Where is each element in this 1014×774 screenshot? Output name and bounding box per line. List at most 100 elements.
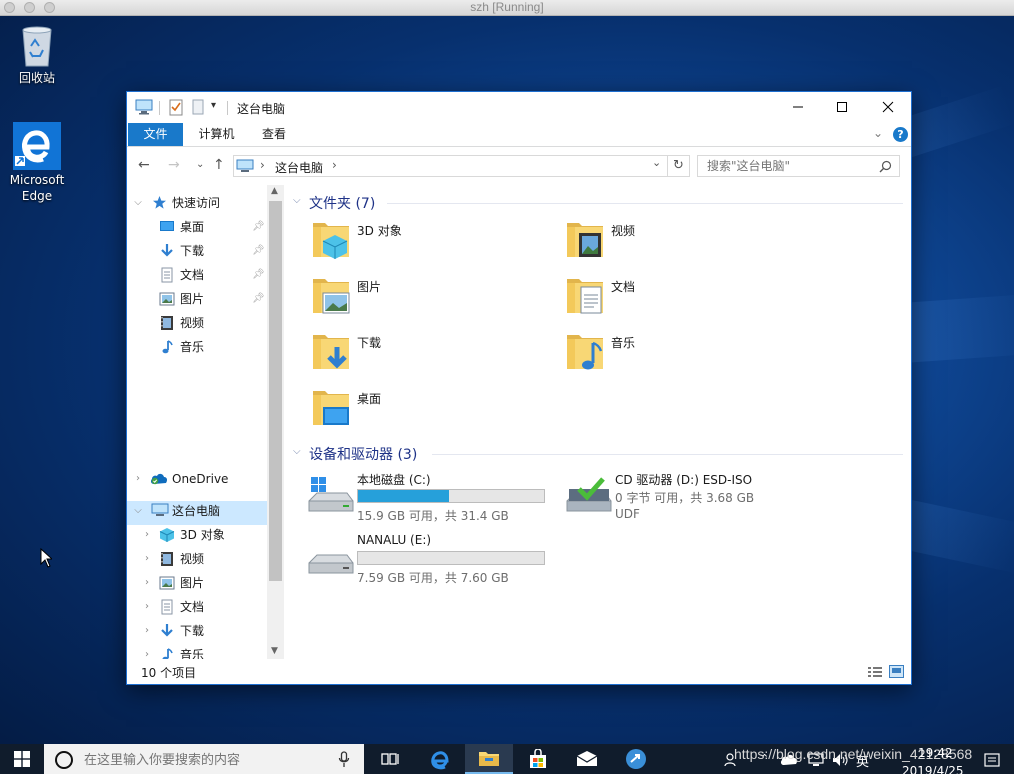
folder-item[interactable]: 下载 [311, 327, 561, 379]
close-button[interactable] [865, 92, 911, 122]
nav-item-quick-access-entry[interactable]: 图片 📌︎ [127, 287, 267, 311]
expanded-chevron-icon[interactable]: ⌵ [132, 191, 144, 215]
collapsed-chevron-icon[interactable]: › [141, 571, 153, 595]
expand-ribbon-chevron-icon[interactable]: ⌄ [873, 126, 883, 140]
collapsed-chevron-icon[interactable]: › [141, 595, 153, 619]
maximize-button[interactable] [819, 92, 865, 122]
group-divider [432, 454, 903, 455]
collapsed-chevron-icon[interactable]: › [141, 547, 153, 571]
tab-view[interactable]: 查看 [249, 123, 299, 146]
breadcrumb-separator[interactable]: › [260, 158, 265, 172]
collapsed-chevron-icon[interactable]: › [141, 523, 153, 547]
taskbar-store[interactable] [514, 744, 562, 774]
nav-item-this-pc[interactable]: ⌵ 这台电脑 [127, 499, 267, 523]
taskbar-search-box[interactable] [44, 744, 364, 774]
tab-computer[interactable]: 计算机 [189, 123, 244, 146]
nav-item-label: 文档 [180, 600, 205, 614]
nav-item-this-pc-entry[interactable]: › 音乐 [127, 643, 267, 659]
taskbar-app[interactable] [612, 744, 660, 774]
scroll-down-arrow-icon[interactable]: ▼ [271, 646, 278, 656]
taskbar-search-input[interactable] [84, 751, 334, 769]
help-icon[interactable]: ? [893, 127, 908, 142]
folders-group-header[interactable]: 文件夹 (7) [309, 193, 375, 213]
details-view-icon[interactable] [867, 666, 883, 678]
scroll-up-arrow-icon[interactable]: ▲ [271, 186, 278, 196]
action-center-icon[interactable] [984, 753, 1000, 767]
this-pc-icon [236, 159, 254, 172]
edge-icon [431, 751, 449, 770]
microphone-icon[interactable] [338, 751, 350, 768]
properties-icon[interactable] [169, 99, 183, 116]
nav-item-this-pc-entry[interactable]: › 下载 [127, 619, 267, 643]
search-input[interactable] [698, 156, 874, 176]
mouse-cursor-icon [40, 548, 52, 568]
nav-item-quick-access-entry[interactable]: 文档 📌︎ [127, 263, 267, 287]
nav-item-quick-access-entry[interactable]: 音乐 [127, 335, 267, 359]
folder-item[interactable]: 3D 对象 [311, 215, 561, 267]
new-folder-icon[interactable] [192, 99, 204, 115]
nav-item-quick-access-entry[interactable]: 视频 [127, 311, 267, 335]
folder-item[interactable]: 图片 [311, 271, 561, 323]
customize-toolbar-chevron-icon[interactable]: ▾ [211, 100, 216, 111]
nav-item-quick-access-entry[interactable]: 下载 📌︎ [127, 239, 267, 263]
drive-item[interactable]: 本地磁盘 (C:) 15.9 GB 可用，共 31.4 GB [307, 471, 557, 531]
nav-item-label: 音乐 [180, 648, 205, 659]
task-view-button[interactable] [366, 744, 414, 774]
collapsed-chevron-icon[interactable]: › [141, 643, 153, 659]
breadcrumb-separator[interactable]: › [332, 158, 337, 172]
clock-time[interactable]: 19:42 [918, 746, 953, 760]
recent-locations-chevron-icon[interactable]: ⌄ [196, 159, 204, 170]
search-box[interactable] [697, 155, 900, 177]
search-icon[interactable] [879, 160, 892, 173]
group-collapse-chevron-icon[interactable]: ⌵ [293, 195, 301, 206]
nav-item-this-pc-entry[interactable]: › 3D 对象 [127, 523, 267, 547]
forward-arrow-icon[interactable]: → [168, 157, 180, 173]
store-icon [530, 749, 546, 768]
drives-group-header[interactable]: 设备和驱动器 (3) [309, 444, 417, 464]
up-arrow-icon[interactable]: ↑ [213, 157, 225, 173]
address-bar[interactable]: › 这台电脑 › ⌄ [233, 155, 668, 177]
nav-item-quick-access-entry[interactable]: 桌面 📌︎ [127, 215, 267, 239]
expanded-chevron-icon[interactable]: ⌵ [132, 499, 144, 523]
scrollbar-thumb[interactable] [269, 201, 282, 581]
nav-item-quick-access[interactable]: ⌵ 快速访问 [127, 191, 267, 215]
nav-item-onedrive[interactable]: › OneDrive [127, 467, 267, 491]
pin-icon[interactable]: 📌︎ [252, 287, 265, 311]
drive-item[interactable]: NANALU (E:) 7.59 GB 可用，共 7.60 GB [307, 533, 557, 593]
folder-item[interactable]: 音乐 [565, 327, 815, 379]
clock-date[interactable]: 2019/4/25 [902, 764, 964, 774]
pin-icon[interactable]: 📌︎ [252, 239, 265, 263]
large-icons-view-icon[interactable] [889, 665, 904, 678]
tab-file[interactable]: 文件 [128, 123, 183, 146]
taskbar-file-explorer[interactable] [465, 744, 513, 774]
content-pane: ⌵ 文件夹 (7) 3D 对象 视频 图片 文档 下载 音乐 桌面 ⌵ 设备和驱动器 (3)… [287, 185, 907, 659]
address-dropdown-chevron-icon[interactable]: ⌄ [652, 156, 661, 169]
pin-icon[interactable]: 📌︎ [252, 215, 265, 239]
desktop-icon-recycle-bin[interactable]: 回收站 [0, 24, 74, 86]
downloads-folder-icon [313, 335, 349, 369]
taskbar-edge[interactable] [416, 744, 464, 774]
breadcrumb-this-pc[interactable]: 这台电脑 [275, 159, 323, 176]
drive-space-text: 0 字节 可用，共 3.68 GB [615, 491, 755, 505]
nav-item-this-pc-entry[interactable]: › 文档 [127, 595, 267, 619]
minimize-button[interactable] [775, 92, 821, 122]
back-arrow-icon[interactable]: ← [138, 157, 150, 173]
folder-item[interactable]: 桌面 [311, 383, 561, 435]
nav-scrollbar[interactable]: ▲ ▼ [267, 185, 284, 659]
collapsed-chevron-icon[interactable]: › [141, 619, 153, 643]
taskbar-mail[interactable] [563, 744, 611, 774]
window-titlebar[interactable]: ▾ 这台电脑 [127, 92, 911, 123]
folder-item[interactable]: 视频 [565, 215, 815, 267]
start-button[interactable] [0, 744, 44, 774]
3d-objects-folder-icon [313, 223, 349, 259]
folder-item[interactable]: 文档 [565, 271, 815, 323]
vm-title: szh [Running] [470, 0, 544, 14]
desktop-icon-edge[interactable]: Microsoft Edge [0, 122, 74, 204]
drive-item[interactable]: CD 驱动器 (D:) ESD-ISO 0 字节 可用，共 3.68 GB UDF [565, 471, 815, 531]
refresh-button[interactable]: ↻ [668, 155, 690, 177]
pin-icon[interactable]: 📌︎ [252, 263, 265, 287]
group-collapse-chevron-icon[interactable]: ⌵ [293, 446, 301, 457]
nav-item-this-pc-entry[interactable]: › 视频 [127, 547, 267, 571]
nav-item-this-pc-entry[interactable]: › 图片 [127, 571, 267, 595]
collapsed-chevron-icon[interactable]: › [132, 467, 144, 491]
